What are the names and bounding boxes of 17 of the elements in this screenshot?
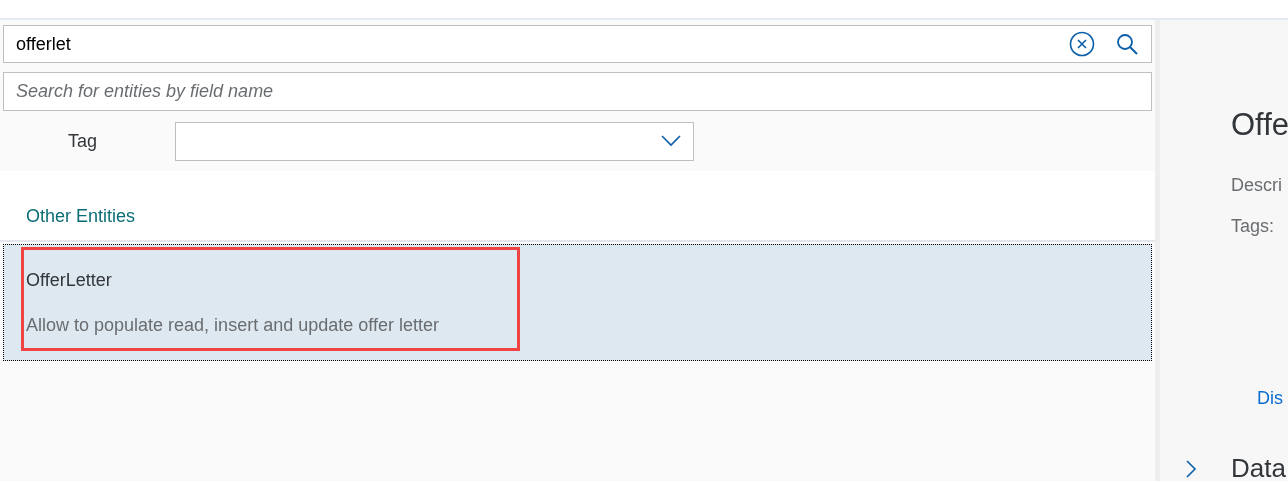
tag-label: Tag — [67, 129, 99, 153]
clear-icon[interactable] — [1069, 31, 1095, 57]
search-input[interactable]: offerlet — [16, 30, 1069, 58]
caret-icon — [661, 135, 681, 147]
chevron-right-icon[interactable] — [1185, 459, 1197, 479]
detail-title: Offe — [1231, 106, 1288, 144]
result-row[interactable]: OfferLetter Allow to populate read, insert and update offer letter — [3, 244, 1152, 361]
description-label: Descri — [1231, 174, 1282, 197]
search-icon[interactable] — [1115, 32, 1139, 56]
search-field[interactable]: offerlet — [3, 25, 1152, 63]
tags-label: Tags: — [1231, 215, 1275, 238]
data-section-title[interactable]: Data — [1231, 455, 1286, 481]
field-search-input[interactable]: Search for entities by field name — [3, 72, 1152, 111]
entity-description: Allow to populate read, insert and update offer letter — [26, 314, 439, 337]
entity-name: OfferLetter — [26, 269, 112, 292]
section-title: Other Entities — [26, 205, 136, 228]
detail-link[interactable]: Dis — [1257, 385, 1283, 412]
